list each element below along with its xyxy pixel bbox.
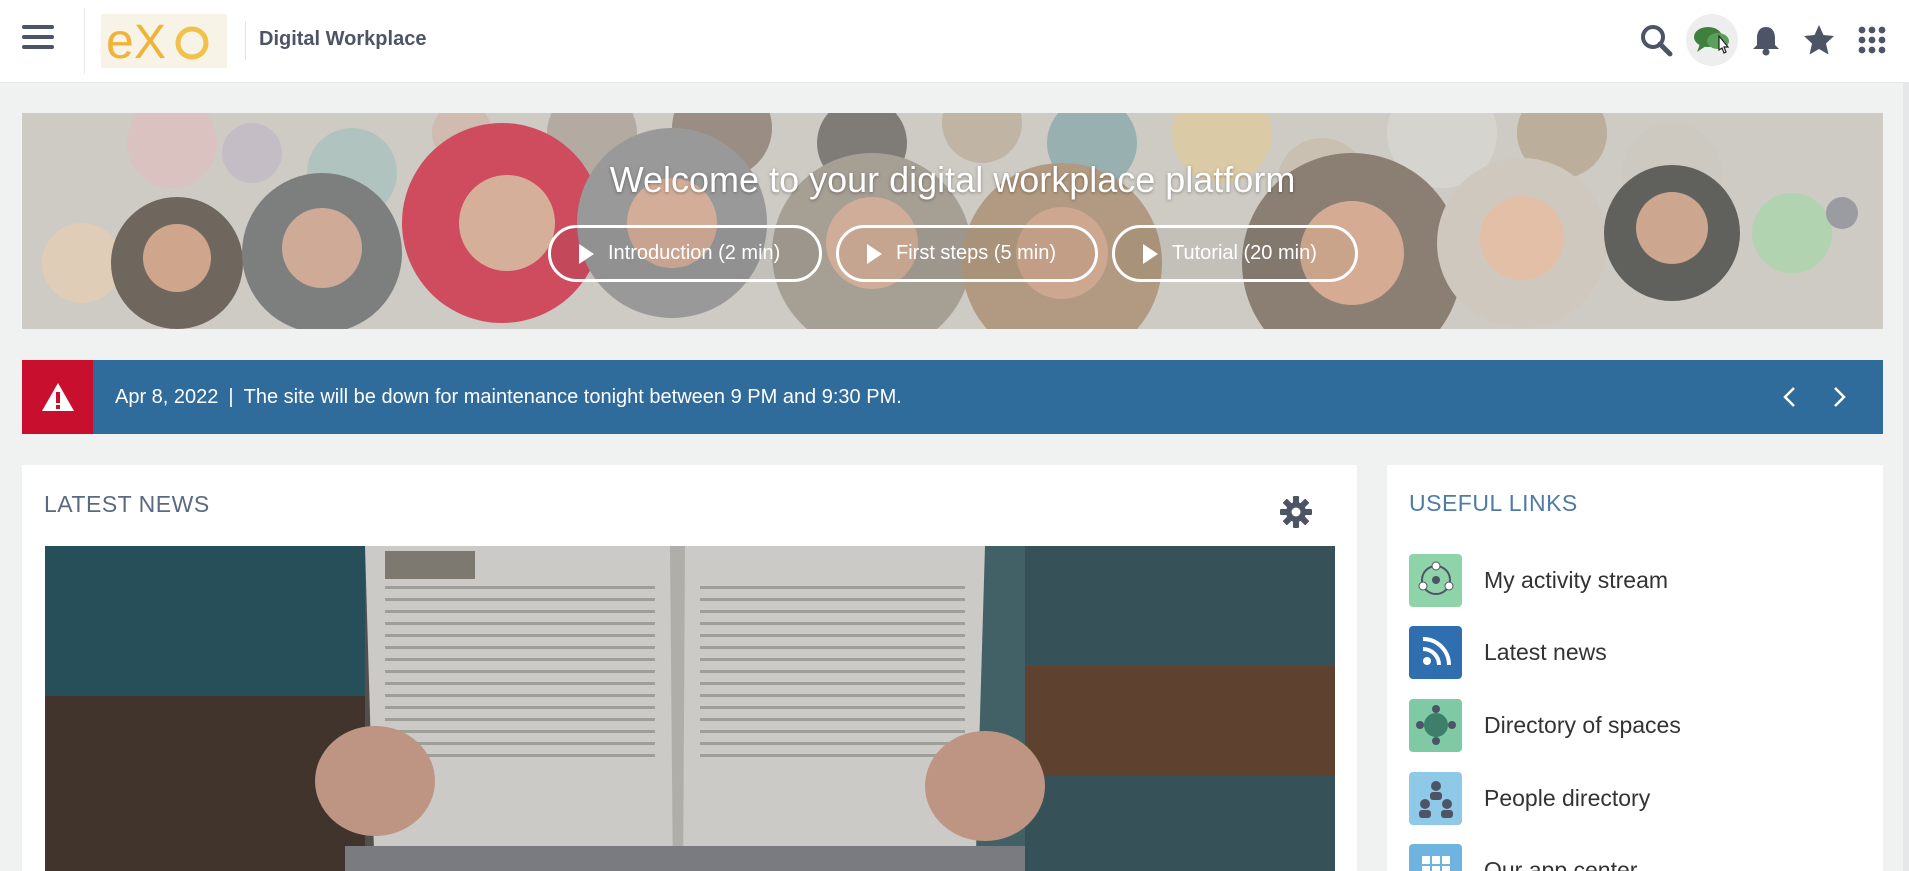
link-label: My activity stream bbox=[1484, 566, 1669, 593]
exo-logo-icon: e X bbox=[106, 16, 209, 66]
banner-title: Welcome to your digital workplace platfo… bbox=[609, 159, 1296, 200]
chevron-right-icon[interactable] bbox=[1824, 382, 1854, 412]
link-label: Latest news bbox=[1484, 638, 1607, 665]
play-icon bbox=[867, 243, 882, 264]
page-scrollbar[interactable] bbox=[1903, 83, 1909, 871]
link-directory-of-spaces[interactable]: Directory of spaces bbox=[1409, 698, 1849, 752]
apps-grid-icon[interactable] bbox=[1852, 20, 1892, 60]
play-icon bbox=[1143, 243, 1158, 264]
app-center-icon bbox=[1409, 843, 1462, 871]
divider bbox=[84, 8, 85, 74]
alert-separator: | bbox=[228, 386, 234, 408]
first-steps-video-button[interactable]: First steps (5 min) bbox=[836, 225, 1098, 282]
link-label: Our app center bbox=[1484, 856, 1638, 871]
chevron-left-icon[interactable] bbox=[1775, 382, 1805, 412]
site-title[interactable]: Digital Workplace bbox=[259, 28, 426, 51]
top-bar: e X Digital Workplace bbox=[0, 0, 1909, 83]
people-collage-image bbox=[22, 113, 1883, 329]
tutorial-video-button[interactable]: Tutorial (20 min) bbox=[1112, 225, 1358, 282]
play-icon bbox=[579, 243, 594, 264]
svg-text:X: X bbox=[134, 16, 166, 66]
link-label: People directory bbox=[1484, 784, 1651, 811]
activity-stream-icon bbox=[1409, 553, 1462, 607]
maintenance-alert: Apr 8, 2022 | The site will be down for ma… bbox=[22, 360, 1883, 434]
star-icon[interactable] bbox=[1799, 20, 1839, 60]
useful-links-panel: USEFUL LINKS My activity stream Latest n… bbox=[1387, 465, 1883, 871]
svg-text:e: e bbox=[106, 16, 134, 66]
button-label: First steps (5 min) bbox=[896, 242, 1057, 264]
link-my-activity-stream[interactable]: My activity stream bbox=[1409, 553, 1849, 607]
warning-icon bbox=[22, 360, 93, 434]
button-label: Tutorial (20 min) bbox=[1172, 242, 1317, 264]
link-our-app-center[interactable]: Our app center bbox=[1409, 843, 1849, 871]
logo[interactable]: e X bbox=[101, 14, 227, 68]
bell-icon[interactable] bbox=[1746, 20, 1786, 60]
latest-news-title: LATEST NEWS bbox=[44, 491, 210, 517]
useful-links-title: USEFUL LINKS bbox=[1409, 490, 1578, 516]
search-icon[interactable] bbox=[1636, 20, 1676, 60]
people-icon bbox=[1409, 771, 1462, 825]
alert-message: The site will be down for maintenance to… bbox=[243, 386, 902, 408]
link-label: Directory of spaces bbox=[1484, 711, 1681, 738]
latest-news-panel: LATEST NEWS bbox=[22, 465, 1357, 871]
alert-text: Apr 8, 2022 | The site will be down for ma… bbox=[115, 386, 902, 409]
alert-date: Apr 8, 2022 bbox=[115, 386, 219, 408]
link-people-directory[interactable]: People directory bbox=[1409, 771, 1849, 825]
link-latest-news[interactable]: Latest news bbox=[1409, 625, 1849, 679]
news-featured-image[interactable] bbox=[45, 546, 1335, 871]
welcome-banner: Welcome to your digital workplace platfo… bbox=[22, 113, 1883, 329]
rss-icon bbox=[1409, 625, 1462, 679]
divider bbox=[245, 22, 246, 60]
menu-icon[interactable] bbox=[22, 25, 54, 55]
spaces-icon bbox=[1409, 698, 1462, 752]
button-label: Introduction (2 min) bbox=[608, 242, 781, 264]
introduction-video-button[interactable]: Introduction (2 min) bbox=[548, 225, 822, 282]
gear-icon[interactable] bbox=[1279, 495, 1313, 529]
chat-icon[interactable] bbox=[1686, 14, 1738, 66]
